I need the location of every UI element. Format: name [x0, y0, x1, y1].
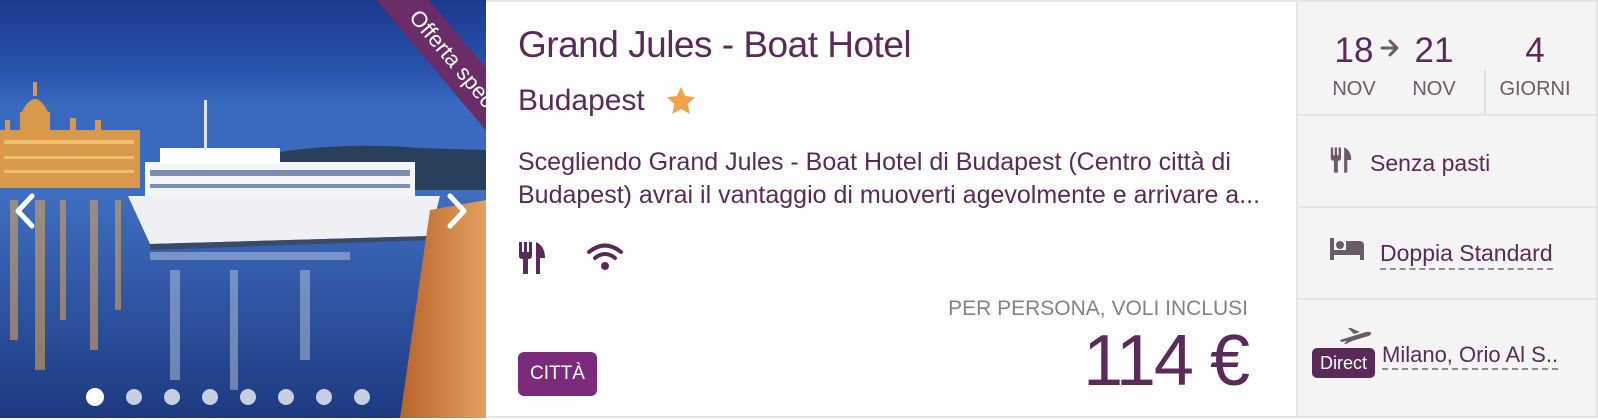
flight-section: Direct Milano, Orio Al S.. — [1298, 300, 1596, 416]
photo-gallery[interactable]: Offerta speciale — [0, 0, 486, 418]
return-month: NOV — [1412, 78, 1456, 100]
hotel-description: Scegliendo Grand Jules - Boat Hotel di B… — [518, 146, 1261, 212]
bed-icon — [1330, 238, 1364, 260]
direct-flight-badge: Direct — [1312, 348, 1376, 378]
chevron-right-icon[interactable] — [436, 186, 476, 236]
carousel-dot[interactable] — [86, 388, 104, 406]
restaurant-icon — [519, 242, 545, 274]
carousel-dot[interactable] — [240, 389, 256, 405]
price-label: PER PERSONA, VOLI INCLUSI — [948, 297, 1248, 320]
departure-month: NOV — [1332, 78, 1376, 100]
carousel-dots — [86, 388, 370, 409]
room-section: Doppia Standard — [1298, 208, 1596, 300]
description-line: Scegliendo Grand Jules - Boat Hotel di B… — [518, 148, 1231, 176]
location-row: Budapest — [518, 84, 697, 118]
price-amount: 114 € — [1083, 321, 1250, 401]
ribbon-container: Offerta speciale — [288, 0, 486, 150]
offer-card[interactable]: Offerta speciale Grand Jules - Boat Hote… — [0, 0, 1598, 418]
restaurant-icon — [1330, 147, 1352, 173]
trip-duration: 4 GIORNI — [1490, 32, 1580, 101]
trip-details: 18 NOV 21 NOV 4 GIORNI Senza pasti Doppi… — [1296, 0, 1598, 418]
carousel-dot[interactable] — [164, 389, 180, 405]
special-offer-ribbon: Offerta speciale — [360, 0, 486, 150]
carousel-dot[interactable] — [202, 389, 218, 405]
description-line: Budapest) avrai il vantaggio di muoverti… — [518, 181, 1261, 209]
chevron-left-icon[interactable] — [6, 186, 46, 236]
meal-section: Senza pasti — [1298, 116, 1596, 208]
carousel-dot[interactable] — [316, 389, 332, 405]
divider — [1484, 70, 1486, 114]
meal-plan: Senza pasti — [1370, 150, 1491, 176]
return-day: 21 — [1414, 31, 1454, 70]
dates-section: 18 NOV 21 NOV 4 GIORNI — [1298, 2, 1596, 116]
hotel-city: Budapest — [518, 84, 645, 117]
room-type-link[interactable]: Doppia Standard — [1380, 240, 1553, 270]
star-icon — [666, 87, 695, 114]
carousel-dot[interactable] — [278, 389, 294, 405]
hotel-info: Grand Jules - Boat Hotel Budapest Scegli… — [486, 0, 1296, 418]
duration-days: 4 — [1525, 31, 1545, 70]
carousel-dot[interactable] — [126, 389, 142, 405]
plane-icon — [1340, 328, 1372, 344]
wifi-icon — [587, 243, 623, 270]
hotel-title[interactable]: Grand Jules - Boat Hotel — [518, 24, 912, 66]
return-date: 21 NOV — [1394, 32, 1474, 101]
category-badge[interactable]: CITTÀ — [518, 352, 597, 396]
carousel-dot[interactable] — [354, 389, 370, 405]
departure-airport-link[interactable]: Milano, Orio Al S.. — [1382, 342, 1559, 370]
duration-label: GIORNI — [1499, 78, 1571, 100]
